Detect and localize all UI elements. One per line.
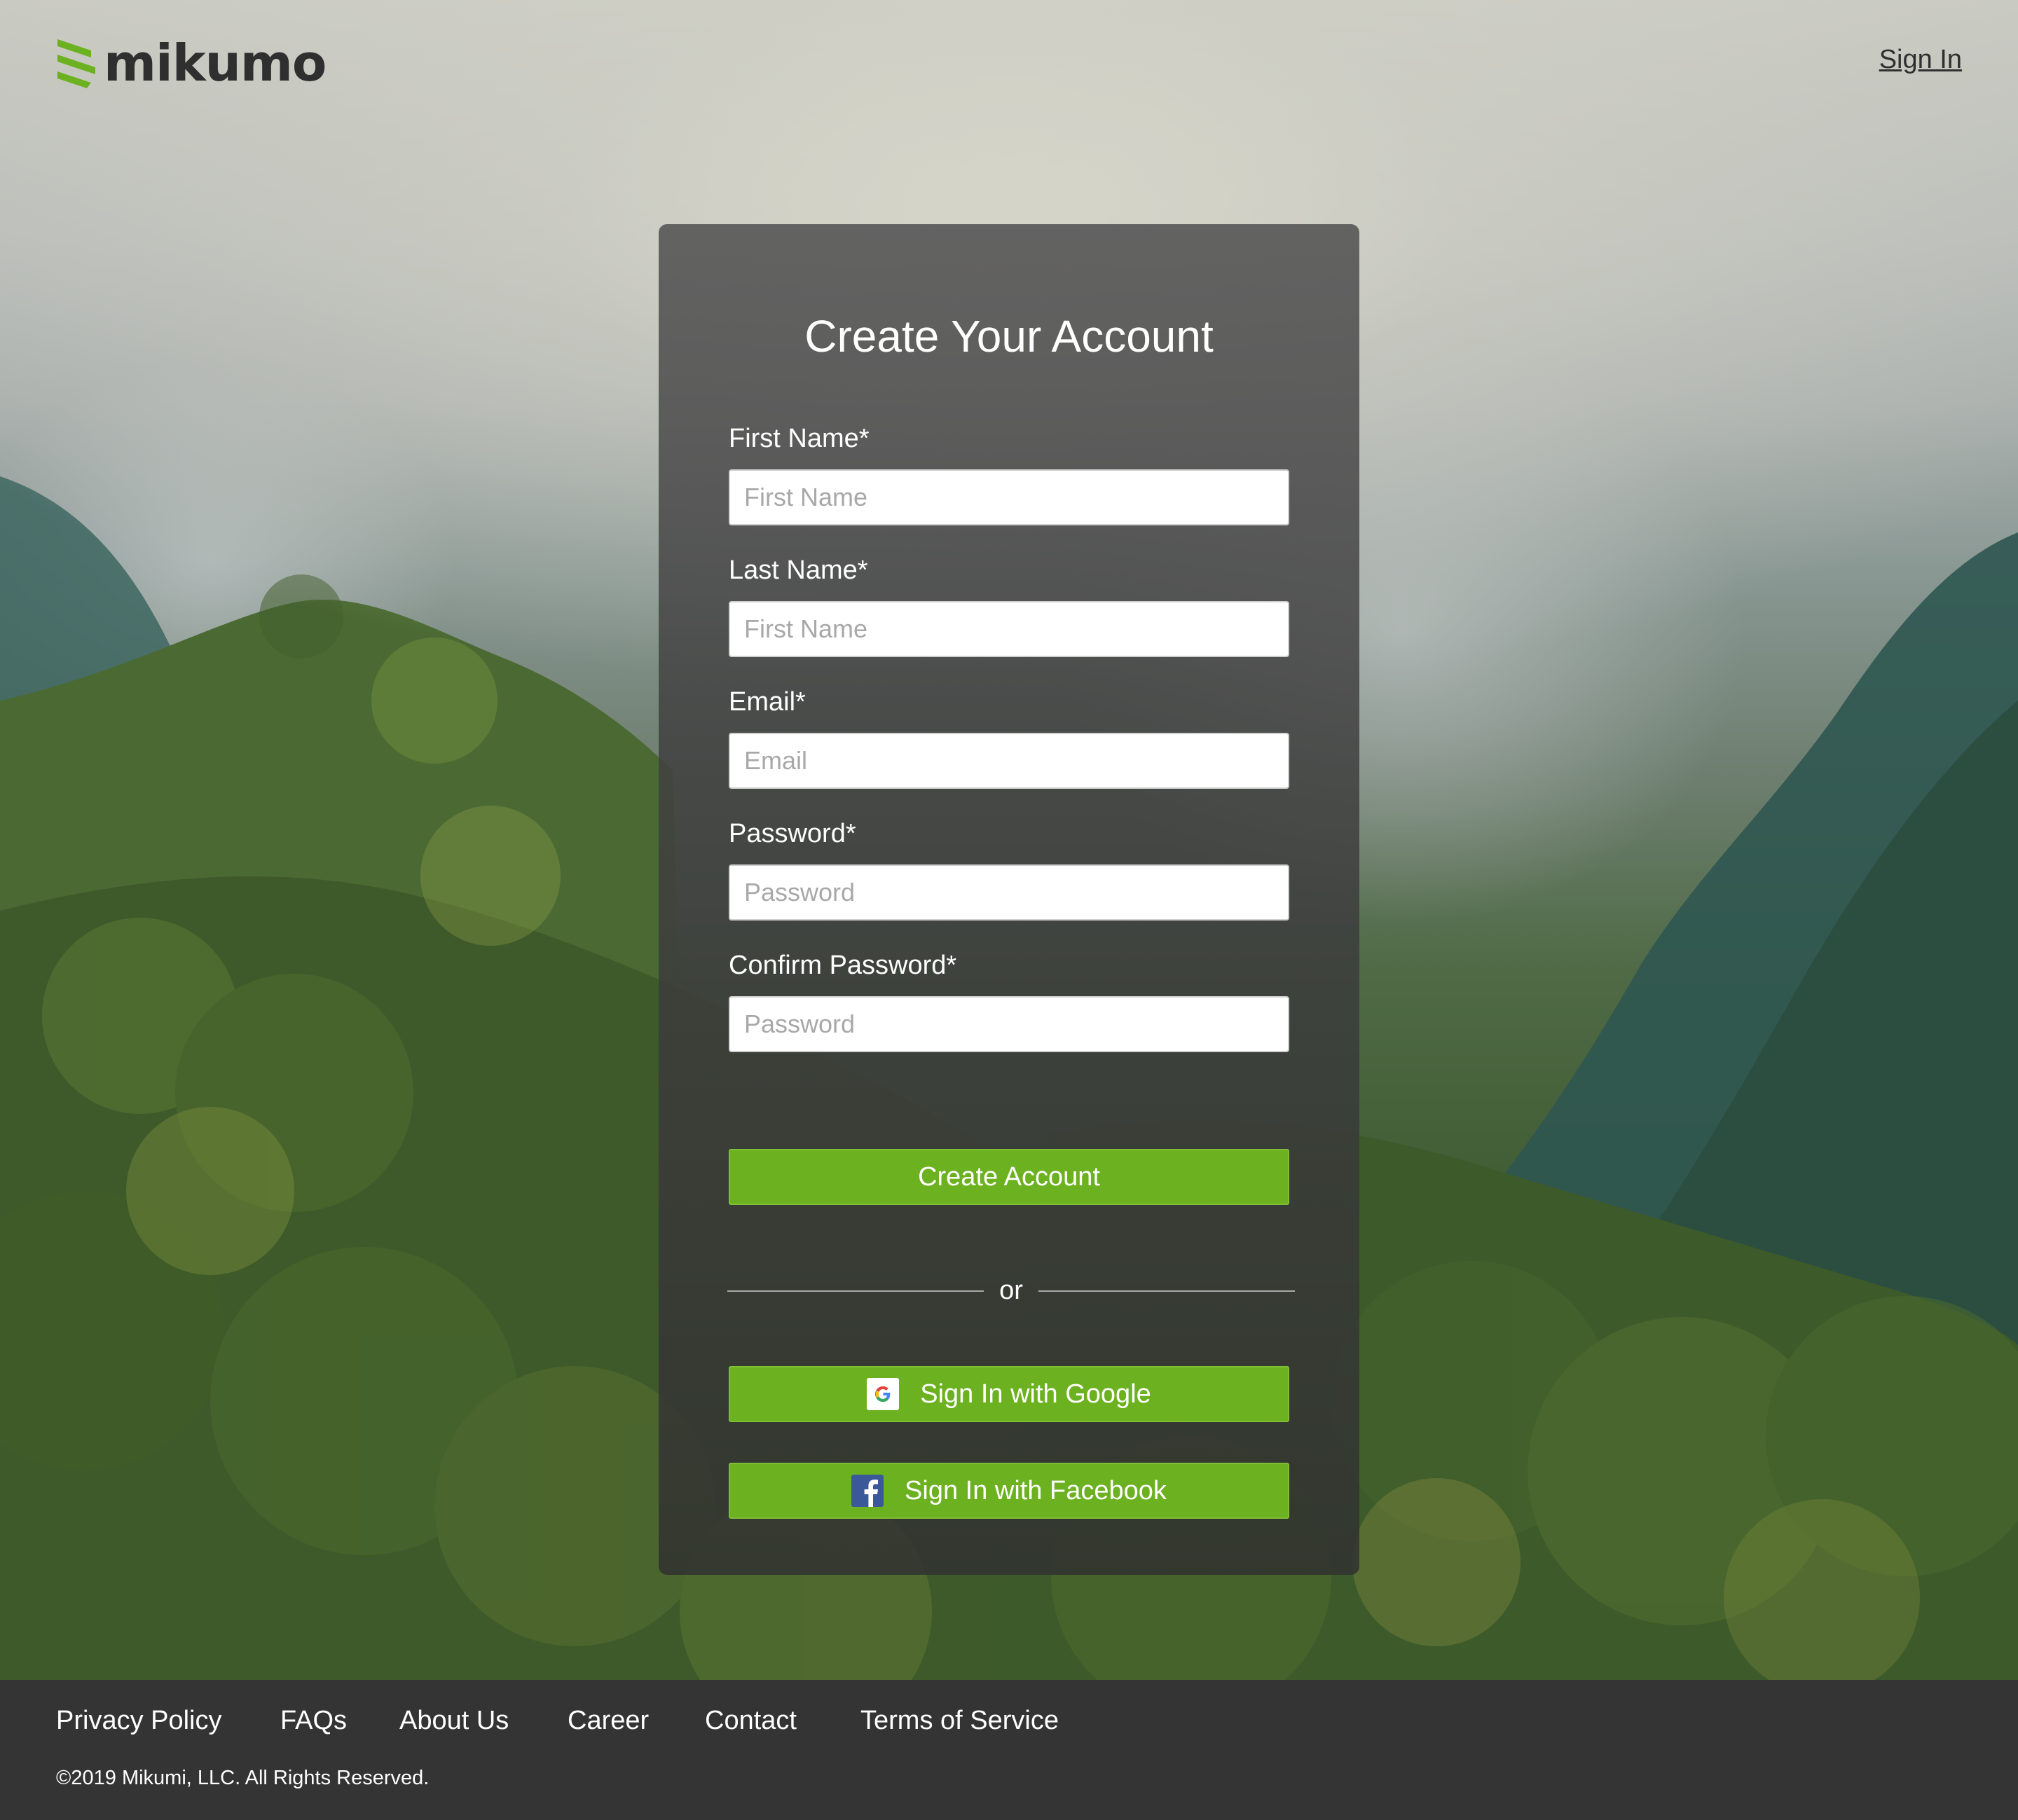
confirm-password-input[interactable] — [729, 996, 1289, 1052]
facebook-icon — [851, 1475, 884, 1507]
brand-name: mikumo — [104, 34, 327, 92]
create-account-label: Create Account — [918, 1161, 1100, 1192]
header-sign-in-link[interactable]: Sign In — [1879, 45, 1962, 75]
footer: Privacy Policy FAQs About Us Career Cont… — [0, 1680, 2018, 1820]
facebook-sign-in-label: Sign In with Facebook — [905, 1475, 1167, 1505]
brand-logo[interactable]: mikumo — [56, 34, 327, 92]
footer-link-terms-of-service[interactable]: Terms of Service — [860, 1704, 1059, 1737]
signup-card: Create Your Account First Name* Last Nam… — [659, 224, 1359, 1575]
first-name-label: First Name* — [729, 424, 870, 453]
google-sign-in-label: Sign In with Google — [920, 1379, 1151, 1409]
password-label: Password* — [729, 819, 856, 848]
form-title: Create Your Account — [804, 311, 1214, 361]
signup-page: mikumo Sign In Create Your Account First… — [0, 0, 2018, 1820]
last-name-input[interactable] — [729, 601, 1289, 657]
footer-link-career[interactable]: Career — [568, 1704, 649, 1737]
footer-link-contact[interactable]: Contact — [705, 1704, 797, 1737]
footer-link-privacy-policy[interactable]: Privacy Policy — [56, 1704, 222, 1737]
or-divider: or — [727, 1269, 1295, 1311]
stripes-logo-icon — [57, 39, 95, 88]
google-icon — [867, 1378, 900, 1410]
password-input[interactable] — [729, 864, 1289, 921]
first-name-input[interactable] — [729, 469, 1289, 525]
confirm-password-label: Confirm Password* — [729, 951, 957, 980]
create-account-button[interactable]: Create Account — [729, 1149, 1289, 1205]
email-label: Email* — [729, 687, 806, 717]
last-name-label: Last Name* — [729, 556, 868, 585]
google-sign-in-button[interactable]: Sign In with Google — [729, 1366, 1289, 1422]
footer-link-faqs[interactable]: FAQs — [280, 1704, 347, 1737]
footer-link-about-us[interactable]: About Us — [399, 1704, 509, 1737]
divider-text: or — [999, 1276, 1023, 1305]
copyright-text: ©2019 Mikumi, LLC. All Rights Reserved. — [56, 1767, 430, 1789]
email-input[interactable] — [729, 733, 1289, 789]
facebook-sign-in-button[interactable]: Sign In with Facebook — [729, 1463, 1289, 1519]
